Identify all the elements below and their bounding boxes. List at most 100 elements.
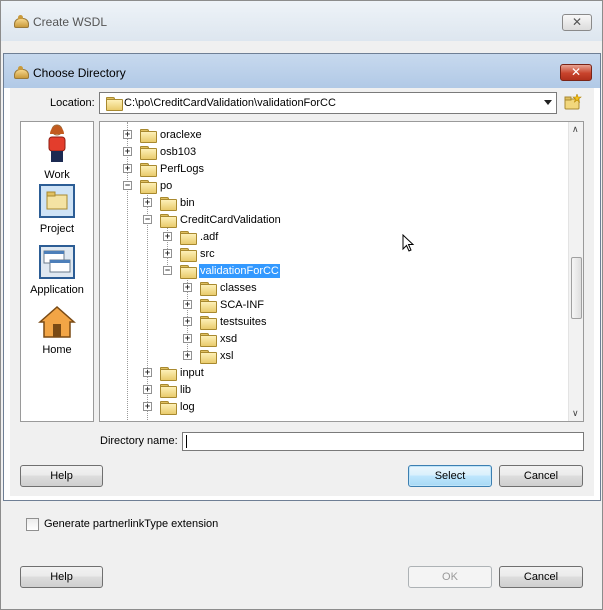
expand-icon[interactable]: + bbox=[143, 385, 152, 394]
mouse-cursor-icon bbox=[402, 234, 415, 252]
tree-node[interactable]: + xsd bbox=[100, 330, 560, 347]
tree-node-label: classes bbox=[220, 282, 257, 294]
tree-node[interactable]: + SCA-INF bbox=[100, 296, 560, 313]
outer-window-title: Create WSDL bbox=[33, 15, 108, 29]
dialog-help-button[interactable]: Help bbox=[20, 465, 103, 487]
scrollbar-thumb[interactable] bbox=[571, 257, 582, 319]
shortcut-work[interactable]: Work bbox=[21, 124, 93, 181]
expand-icon[interactable]: + bbox=[183, 300, 192, 309]
folder-icon bbox=[200, 282, 217, 296]
tree-node[interactable]: + xsl bbox=[100, 347, 560, 364]
tree-node-label: bin bbox=[180, 197, 195, 209]
tree-node[interactable]: − CreditCardValidation bbox=[100, 211, 560, 228]
folder-icon bbox=[160, 384, 177, 398]
expand-icon[interactable]: + bbox=[123, 147, 132, 156]
collapse-icon[interactable]: − bbox=[143, 215, 152, 224]
expand-icon[interactable]: + bbox=[183, 317, 192, 326]
tree-node-label: .adf bbox=[200, 231, 219, 243]
collapse-icon[interactable]: − bbox=[123, 181, 132, 190]
collapse-icon[interactable]: − bbox=[163, 266, 172, 275]
expand-icon[interactable]: + bbox=[143, 402, 152, 411]
tree-node-label: po bbox=[160, 180, 173, 192]
tree-node[interactable]: + .adf bbox=[100, 228, 560, 245]
expand-icon[interactable]: + bbox=[163, 249, 172, 258]
dialog-title-bar: Choose Directory ✕ bbox=[4, 54, 600, 88]
folder-icon bbox=[106, 97, 123, 111]
partnerlink-checkbox-label: Generate partnerlinkType extension bbox=[44, 518, 219, 530]
expand-icon[interactable]: + bbox=[123, 164, 132, 173]
shortcut-label: Home bbox=[42, 344, 72, 356]
tree-node[interactable]: + log bbox=[100, 398, 560, 415]
new-folder-icon[interactable] bbox=[564, 94, 582, 110]
tree-node[interactable]: + osb103 bbox=[100, 143, 560, 160]
expand-icon[interactable]: + bbox=[183, 351, 192, 360]
tree-node[interactable]: + testsuites bbox=[100, 313, 560, 330]
outer-title-bar: Create WSDL ✕ bbox=[1, 1, 602, 41]
tree-node-label: oraclexe bbox=[160, 129, 202, 141]
folder-icon bbox=[180, 248, 197, 262]
directory-name-label: Directory name: bbox=[100, 435, 178, 447]
expand-icon[interactable]: + bbox=[183, 334, 192, 343]
directory-tree[interactable]: + oraclexe + osb103 + PerfLogs − po + bin − CreditC… bbox=[99, 121, 584, 422]
outer-cancel-button[interactable]: Cancel bbox=[499, 566, 583, 588]
dropdown-arrow-icon[interactable] bbox=[544, 100, 552, 105]
tree-node-label: SCA-INF bbox=[220, 299, 264, 311]
shortcuts-panel: Work Project Application Home bbox=[20, 121, 94, 422]
expand-icon[interactable]: + bbox=[123, 130, 132, 139]
tree-node[interactable]: + src bbox=[100, 245, 560, 262]
dialog-app-icon bbox=[13, 66, 29, 79]
folder-icon bbox=[160, 401, 177, 415]
shortcut-label: Project bbox=[39, 223, 75, 235]
tree-node-label: log bbox=[180, 401, 195, 413]
application-icon bbox=[39, 245, 75, 279]
folder-icon bbox=[160, 214, 177, 228]
tree-node[interactable]: + bin bbox=[100, 194, 560, 211]
location-combo[interactable]: C:\po\CreditCardValidation\validationFor… bbox=[99, 92, 557, 114]
outer-help-button[interactable]: Help bbox=[20, 566, 103, 588]
location-value: C:\po\CreditCardValidation\validationFor… bbox=[124, 97, 336, 109]
tree-node-label: lib bbox=[180, 384, 192, 396]
tree-node[interactable]: + classes bbox=[100, 279, 560, 296]
tree-node-label: testsuites bbox=[220, 316, 267, 328]
folder-icon bbox=[200, 333, 217, 347]
folder-icon bbox=[180, 265, 197, 279]
tree-node-label-selected: validationForCC bbox=[199, 264, 280, 278]
folder-icon bbox=[200, 316, 217, 330]
tree-node[interactable]: − validationForCC bbox=[100, 262, 560, 279]
dialog-close-button[interactable]: ✕ bbox=[560, 64, 592, 81]
folder-icon bbox=[140, 129, 157, 143]
tree-node[interactable]: + oraclexe bbox=[100, 126, 560, 143]
tree-vertical-scrollbar[interactable]: ∧ ∨ bbox=[568, 122, 583, 421]
folder-icon bbox=[140, 163, 157, 177]
tree-node[interactable]: + input bbox=[100, 364, 560, 381]
expand-icon[interactable]: + bbox=[143, 198, 152, 207]
folder-icon bbox=[200, 299, 217, 313]
folder-icon bbox=[140, 180, 157, 194]
tree-node-label: PerfLogs bbox=[160, 163, 205, 175]
expand-icon[interactable]: + bbox=[143, 368, 152, 377]
scroll-down-icon[interactable]: ∨ bbox=[572, 408, 579, 419]
tree-node[interactable]: + PerfLogs bbox=[100, 160, 560, 177]
tree-node-label: osb103 bbox=[160, 146, 197, 158]
tree-node[interactable]: + lib bbox=[100, 381, 560, 398]
shortcut-application[interactable]: Application bbox=[21, 245, 93, 296]
shortcut-project[interactable]: Project bbox=[21, 184, 93, 235]
select-button[interactable]: Select bbox=[408, 465, 492, 487]
tree-node-label: xsd bbox=[220, 333, 238, 345]
shortcut-home[interactable]: Home bbox=[21, 305, 93, 356]
tree-node[interactable]: − po bbox=[100, 177, 560, 194]
ok-button: OK bbox=[408, 566, 492, 588]
expand-icon[interactable]: + bbox=[183, 283, 192, 292]
folder-icon bbox=[180, 231, 197, 245]
dialog-title: Choose Directory bbox=[33, 66, 126, 80]
dialog-cancel-button[interactable]: Cancel bbox=[499, 465, 583, 487]
partnerlink-checkbox[interactable] bbox=[26, 518, 39, 531]
tree-node-label: input bbox=[180, 367, 204, 379]
scroll-up-icon[interactable]: ∧ bbox=[572, 124, 579, 135]
outer-close-button[interactable]: ✕ bbox=[562, 14, 592, 31]
location-label: Location: bbox=[50, 97, 95, 109]
text-caret bbox=[186, 435, 187, 448]
expand-icon[interactable]: + bbox=[163, 232, 172, 241]
folder-icon bbox=[140, 146, 157, 160]
directory-name-input[interactable] bbox=[182, 432, 584, 451]
